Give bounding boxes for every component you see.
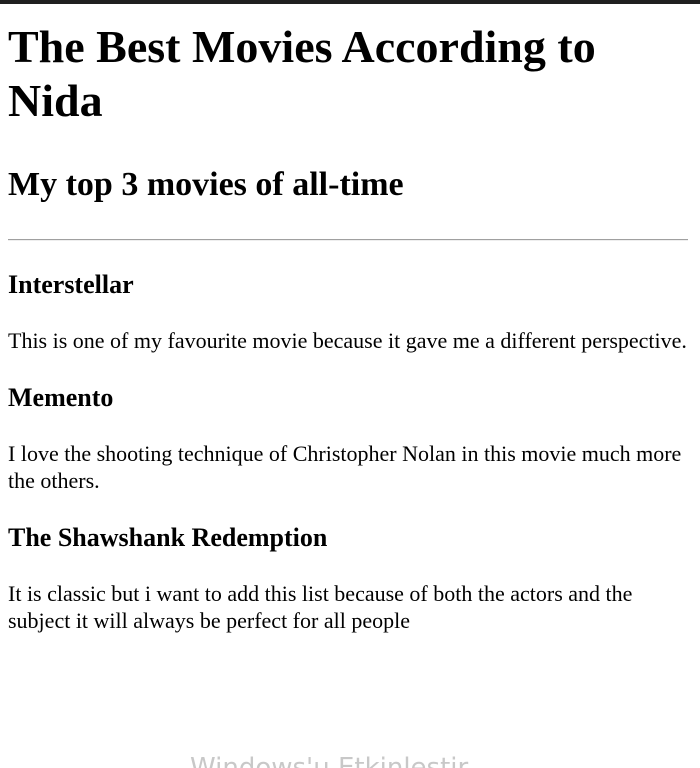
page-content: The Best Movies According to Nida My top… (8, 4, 692, 634)
movie-item: The Shawshank Redemption It is classic b… (8, 523, 692, 634)
movie-description: This is one of my favourite movie becaus… (8, 328, 687, 353)
horizontal-divider (8, 239, 688, 241)
movie-description: It is classic but i want to add this lis… (8, 581, 633, 633)
movie-description: I love the shooting technique of Christo… (8, 441, 682, 493)
movie-item: Memento I love the shooting technique of… (8, 383, 692, 494)
movie-title: The Shawshank Redemption (8, 523, 328, 552)
activation-watermark: Windows'u Etkinleştir (190, 753, 469, 768)
page-title: The Best Movies According to Nida (8, 21, 596, 126)
movie-title: Interstellar (8, 270, 134, 299)
page-subtitle: My top 3 movies of all-time (8, 166, 404, 203)
movie-item: Interstellar This is one of my favourite… (8, 270, 692, 354)
movie-title: Memento (8, 383, 114, 412)
